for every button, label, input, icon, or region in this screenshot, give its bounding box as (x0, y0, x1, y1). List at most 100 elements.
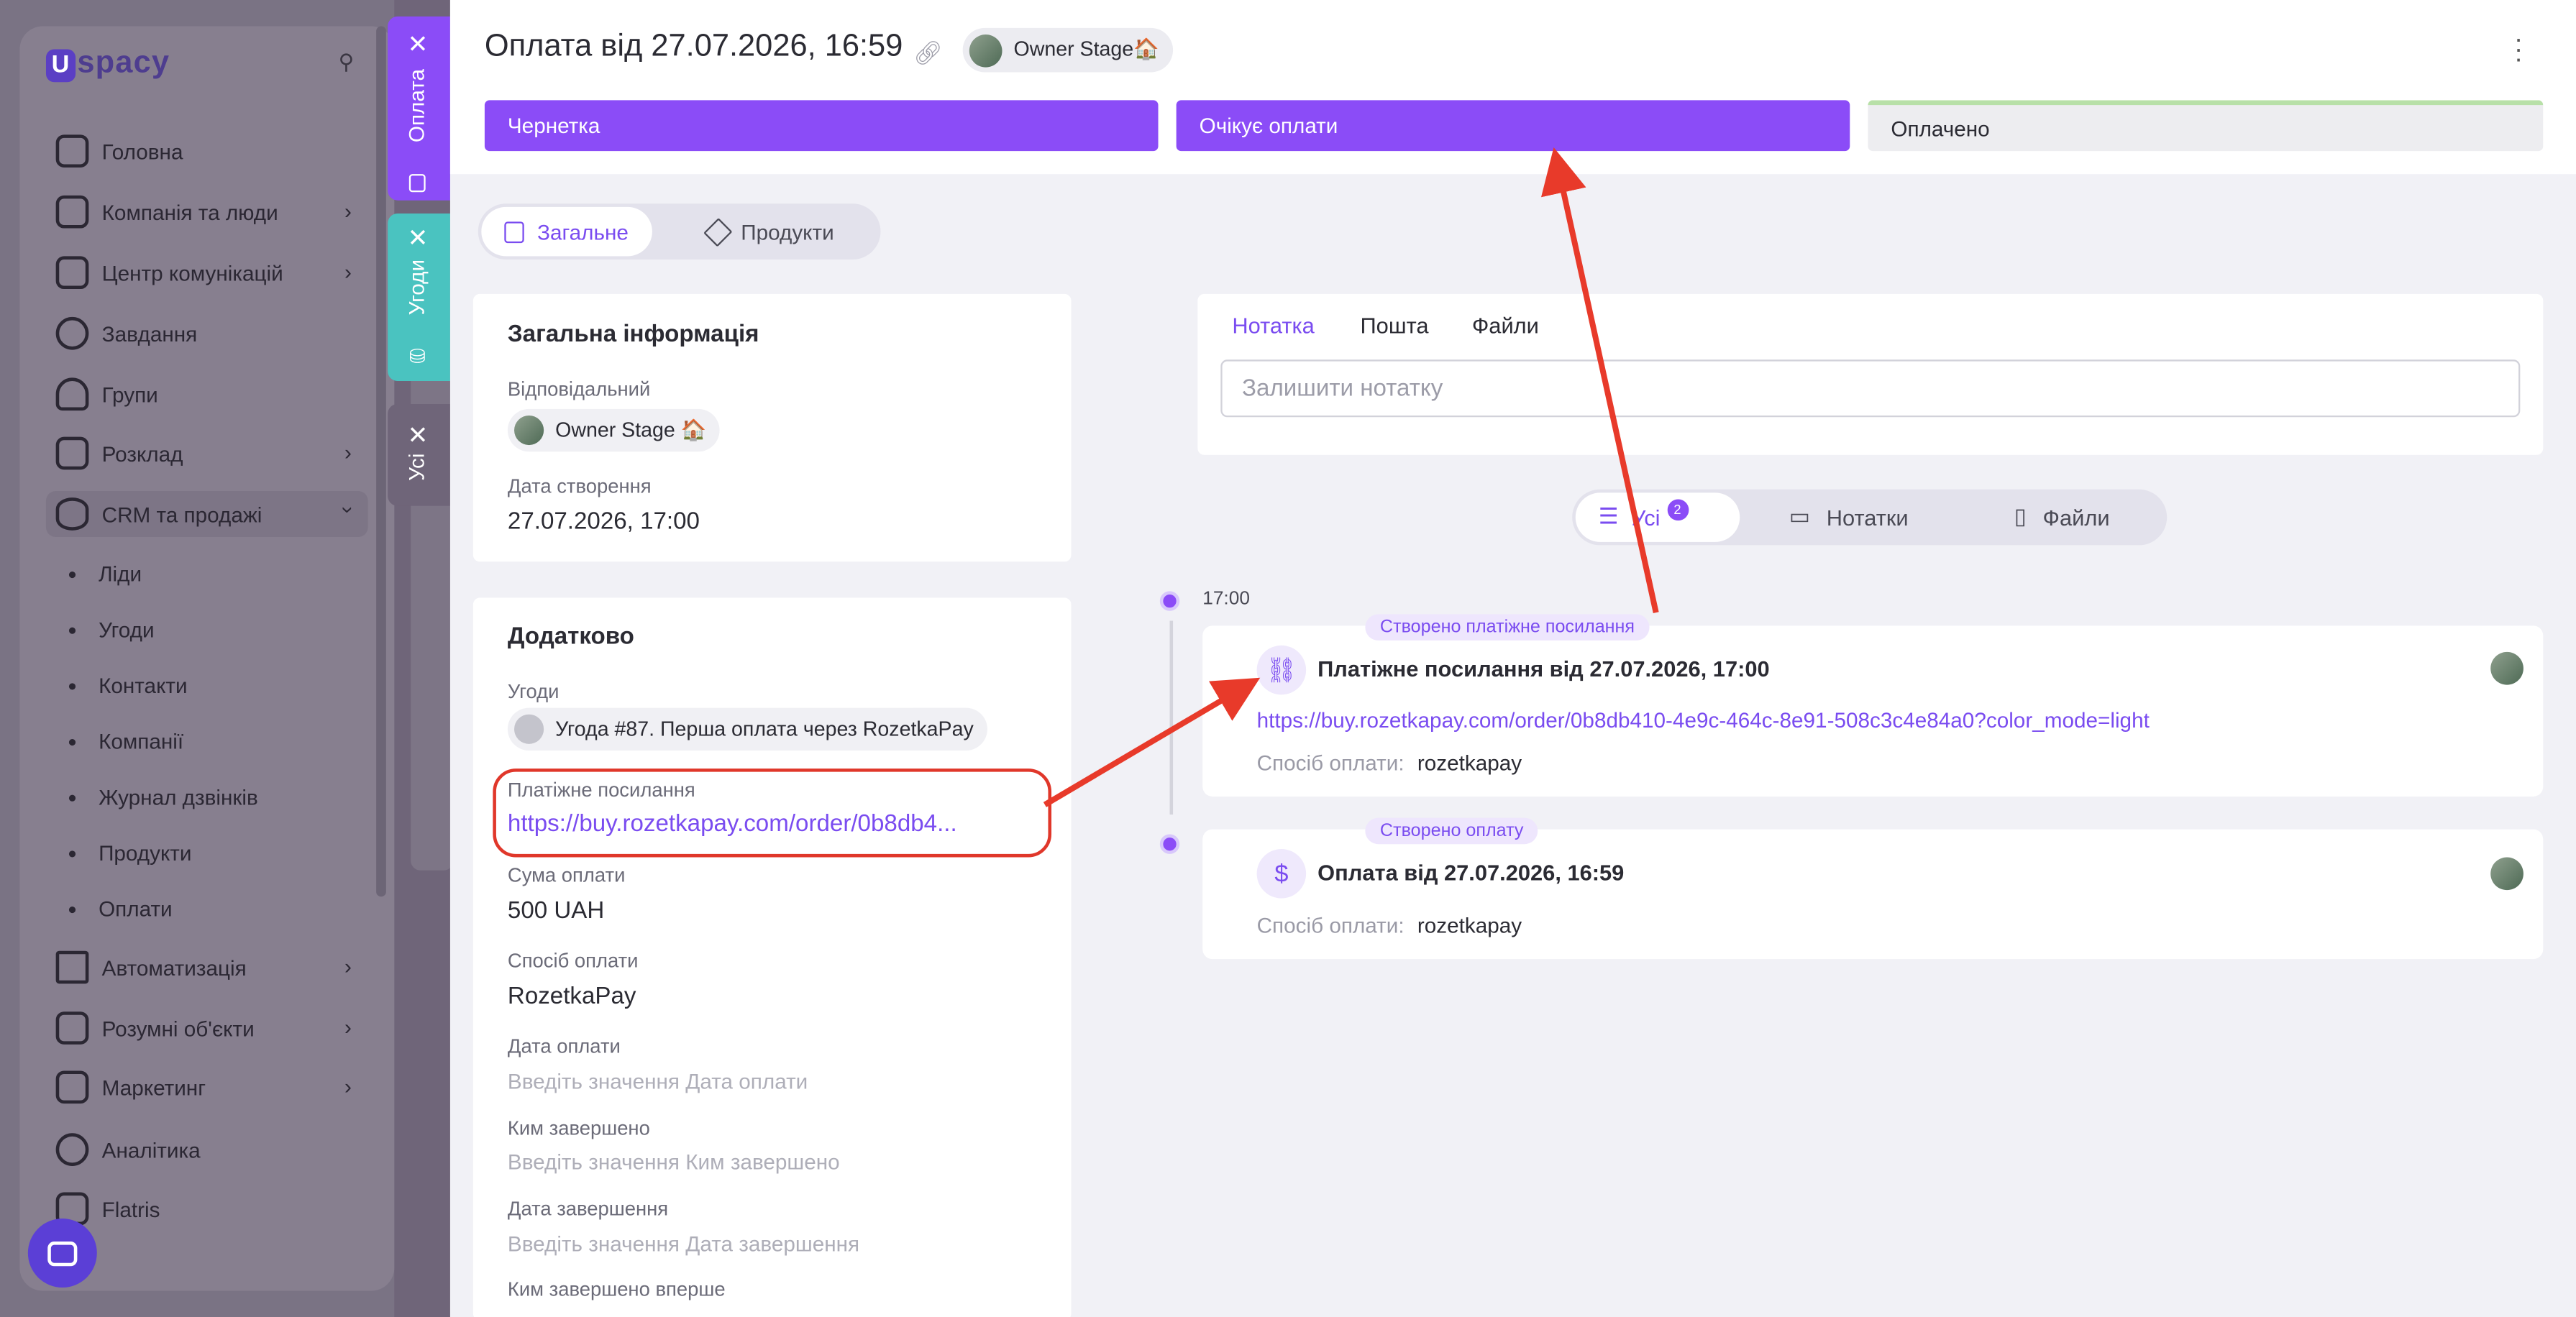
home-icon (55, 134, 89, 168)
coin-icon: $ (1256, 849, 1307, 899)
field-label: Дата оплати (507, 1034, 621, 1058)
payment-detail-panel: Оплата від 27.07.2026, 16:59 🔗︎ Owner St… (449, 0, 2576, 1317)
sidebar-subitem-companies[interactable]: Компанії (68, 729, 183, 754)
timeline-time: 17:00 (1202, 589, 1250, 610)
scan-icon (55, 1011, 89, 1045)
avatar (2490, 651, 2524, 685)
timeline-line (1169, 620, 1174, 815)
field-label: Угоди (507, 679, 559, 703)
card-heading: Загальна інформація (507, 321, 759, 349)
sidebar-item-automation[interactable]: Автоматизація › (55, 947, 368, 987)
event-meta: Спосіб оплати: rozetkapay (1256, 913, 1522, 938)
sidebar-scrollbar[interactable] (376, 26, 386, 897)
app-window: Uspacy ⚲ Головна Компанія та люди › Центр… (0, 0, 2576, 1317)
sidebar-subitem-products[interactable]: Продукти (68, 841, 192, 866)
note-card: Нотатка Пошта Файли Залишити нотатку (1197, 293, 2544, 455)
chevron-right-icon: › (344, 1014, 352, 1040)
tab-mail[interactable]: Пошта (1361, 313, 1429, 338)
sidebar-item-communications[interactable]: Центр комунікацій › (55, 253, 368, 293)
avatar (969, 33, 1002, 67)
responsible-chip[interactable]: Owner Stage 🏠 (507, 408, 720, 452)
close-icon[interactable]: ✕ (408, 33, 429, 58)
sidebar-item-groups[interactable]: Групи (55, 375, 368, 414)
chat-bubble-icon (47, 1240, 78, 1266)
page-title: Оплата від 27.07.2026, 16:59 (484, 29, 903, 65)
sidebar-item-marketing[interactable]: Маркетинг › (55, 1068, 368, 1107)
event-tag: Створено оплату (1365, 817, 1539, 845)
stage-draft[interactable]: Чернетка (484, 100, 1159, 152)
chevron-right-icon: › (344, 440, 352, 465)
vtab-payment[interactable]: ✕ Оплата (388, 16, 450, 201)
coins-icon: ⛁ (408, 344, 426, 368)
tab-note[interactable]: Нотатка (1232, 313, 1314, 338)
header: Оплата від 27.07.2026, 16:59 🔗︎ Owner St… (449, 0, 2576, 175)
sidebar-subitem-payments[interactable]: Оплати (68, 896, 173, 922)
field-label: Дата завершення (507, 1197, 669, 1221)
field-label: Ким завершено (507, 1116, 650, 1140)
link-icon: ⛓ (1256, 645, 1307, 695)
field-label: Ким завершено вперше (507, 1277, 726, 1301)
field-label: Сума оплати (507, 863, 626, 887)
avatar (514, 415, 544, 446)
more-vertical-icon[interactable]: · · · (2511, 27, 2527, 73)
timeline-dot (1159, 591, 1180, 611)
note-input[interactable]: Залишити нотатку (1220, 359, 2521, 418)
vtab-all[interactable]: ✕ Усі (388, 403, 450, 506)
sidebar-item-smart-objects[interactable]: Розумні об'єкти › (55, 1009, 368, 1048)
file-icon: ▯ (2014, 504, 2027, 529)
vtab-deals[interactable]: ✕ Угоди ⛁ (388, 213, 450, 381)
field-label: Відповідальний (507, 377, 651, 401)
sidebar-subitem-leads[interactable]: Ліди (68, 561, 142, 587)
chevron-right-icon: › (344, 259, 352, 285)
deal-chip[interactable]: Угода #87. Перша оплата через RozetkaPay (507, 707, 987, 751)
box-icon (703, 216, 733, 247)
stage-paid[interactable]: Оплачено (1868, 100, 2544, 152)
event-title: Платіжне посилання від 27.07.2026, 17:00 (1317, 656, 1770, 682)
event-card-link: ⛓ Платіжне посилання від 27.07.2026, 17:… (1202, 625, 2544, 797)
payment-link[interactable]: https://buy.rozetkapay.com/order/0b8db4.… (508, 812, 957, 838)
list-icon: ☰ (1598, 504, 1619, 529)
doneby-input[interactable]: Введіть значення Ким завершено (508, 1149, 840, 1174)
stage-awaiting-payment[interactable]: Очікує оплати (1176, 100, 1850, 152)
sidebar-item-crm[interactable]: CRM та продажі › (45, 491, 368, 538)
additional-card: Додатково Угоди Угода #87. Перша оплата … (472, 597, 1072, 1317)
donedate-input[interactable]: Введіть значення Дата завершення (508, 1231, 859, 1256)
sidebar-item-schedule[interactable]: Розклад › (55, 433, 368, 473)
sidebar: Uspacy ⚲ Головна Компанія та люди › Центр… (0, 0, 395, 1317)
filter-notes[interactable]: ▭ Нотатки (1766, 492, 1932, 542)
event-link[interactable]: https://buy.rozetkapay.com/order/0b8db41… (1257, 708, 2150, 733)
sidebar-item-flatris[interactable]: Flatris (55, 1189, 368, 1229)
avatar (2490, 857, 2524, 891)
lightning-icon (55, 950, 89, 984)
close-icon[interactable]: ✕ (408, 423, 429, 448)
count-badge: 2 (1666, 498, 1689, 520)
sidebar-item-tasks[interactable]: Завдання (55, 313, 368, 353)
sidebar-item-analytics[interactable]: Аналітика (55, 1130, 368, 1170)
sidebar-subitem-deals[interactable]: Угоди (68, 618, 155, 642)
pin-icon[interactable]: ⚲ (339, 50, 362, 76)
tab-general[interactable]: Загальне (481, 206, 652, 257)
filter-all[interactable]: ☰ Усі 2 (1575, 492, 1740, 542)
chart-icon (55, 1133, 89, 1166)
field-label: Спосіб оплати (507, 949, 639, 973)
filter-files[interactable]: ▯ Файли (1991, 492, 2133, 542)
sidebar-subitem-calls[interactable]: Журнал дзвінків (68, 785, 258, 809)
close-icon[interactable]: ✕ (408, 226, 429, 251)
logo[interactable]: Uspacy (45, 46, 170, 83)
chevron-right-icon: › (344, 198, 352, 224)
paydate-input[interactable]: Введіть значення Дата оплати (508, 1069, 808, 1093)
owner-chip[interactable]: Owner Stage🏠 (962, 27, 1173, 73)
event-title: Оплата від 27.07.2026, 16:59 (1317, 861, 1625, 886)
sidebar-subitem-contacts[interactable]: Контакти (68, 674, 188, 698)
card-heading: Додатково (507, 624, 634, 651)
building-icon (55, 195, 89, 229)
tab-products[interactable]: Продукти (685, 207, 857, 257)
sidebar-item-home[interactable]: Головна (55, 132, 368, 171)
list-icon (504, 221, 524, 242)
sidebar-item-company[interactable]: Компанія та люди › (55, 192, 368, 231)
deal-icon (514, 714, 544, 744)
link-icon[interactable]: 🔗︎ (913, 40, 943, 66)
event-meta: Спосіб оплати: rozetkapay (1256, 750, 1522, 776)
support-chat-button[interactable] (27, 1219, 97, 1288)
tab-files[interactable]: Файли (1472, 313, 1539, 338)
